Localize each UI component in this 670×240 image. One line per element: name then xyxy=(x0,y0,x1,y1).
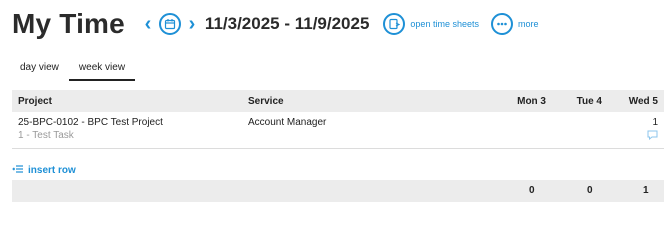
view-tabs: day view week view xyxy=(12,60,136,81)
comment-icon[interactable] xyxy=(647,130,658,143)
task-name: 1 - Test Task xyxy=(18,130,74,141)
mon-hours-cell[interactable] xyxy=(472,112,552,149)
tab-week-view[interactable]: week view xyxy=(68,60,136,81)
totals-row: 0 0 1 xyxy=(12,180,664,202)
chevron-left-icon[interactable]: ‹ xyxy=(141,14,155,34)
open-time-sheets-label: open time sheets xyxy=(410,19,479,29)
insert-row-icon xyxy=(12,161,24,179)
more-label: more xyxy=(517,19,539,29)
wed-hours-value: 1 xyxy=(652,117,658,128)
calendar-icon[interactable] xyxy=(158,13,181,35)
project-cell[interactable]: 25-BPC-0102 - BPC Test Project 1 - Test … xyxy=(12,112,242,149)
chevron-right-icon[interactable]: › xyxy=(185,14,199,34)
wed-hours-cell[interactable]: 1 xyxy=(608,112,664,149)
more-button[interactable]: more xyxy=(490,13,539,35)
total-tue: 0 xyxy=(587,185,593,196)
open-time-sheets-button[interactable]: open time sheets xyxy=(383,13,479,35)
project-name: 25-BPC-0102 - BPC Test Project xyxy=(18,117,163,128)
week-navigation: ‹ › 11/3/2025 - 11/9/2025 xyxy=(141,13,370,35)
insert-row-button[interactable]: insert row xyxy=(12,161,76,179)
tab-day-view[interactable]: day view xyxy=(12,60,69,81)
timesheet-icon xyxy=(383,13,406,35)
column-header-service[interactable]: Service xyxy=(242,90,472,112)
column-header-tue: Tue 4 xyxy=(552,90,608,112)
service-cell[interactable]: Account Manager xyxy=(242,112,472,149)
time-table: Project Service Mon 3 Tue 4 Wed 5 25-BPC… xyxy=(12,90,664,149)
page-header: My Time ‹ › 11/3/2025 - 11/9/2025 open t… xyxy=(12,6,538,42)
column-header-mon: Mon 3 xyxy=(472,90,552,112)
tue-hours-cell[interactable] xyxy=(552,112,608,149)
total-wed: 1 xyxy=(643,185,649,196)
more-dots-icon xyxy=(490,13,513,35)
column-header-project[interactable]: Project xyxy=(12,90,242,112)
page-title: My Time xyxy=(12,8,125,39)
table-header-row: Project Service Mon 3 Tue 4 Wed 5 xyxy=(12,90,664,112)
date-range: 11/3/2025 - 11/9/2025 xyxy=(204,14,370,33)
table-row[interactable]: 25-BPC-0102 - BPC Test Project 1 - Test … xyxy=(12,112,664,149)
column-header-wed: Wed 5 xyxy=(608,90,664,112)
total-mon: 0 xyxy=(529,185,535,196)
insert-row-label: insert row xyxy=(28,164,76,176)
